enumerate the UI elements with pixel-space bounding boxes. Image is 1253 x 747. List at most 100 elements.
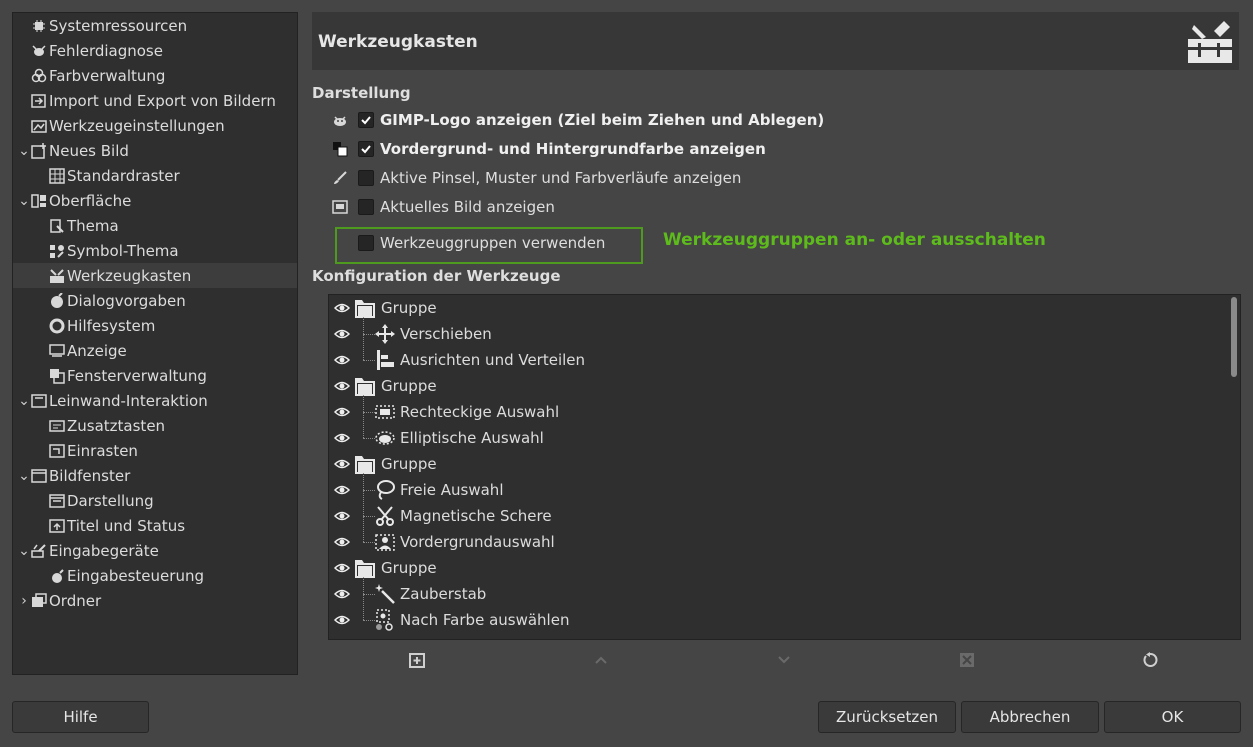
tool-row[interactable]: Nach Farbe auswählen — [329, 607, 1229, 633]
new-group-icon[interactable] — [408, 650, 428, 670]
eye-icon[interactable] — [332, 477, 352, 503]
sidebar-item-hilfesystem[interactable]: Hilfesystem — [13, 313, 297, 338]
tool-row[interactable]: Rechteckige Auswahl — [329, 399, 1229, 425]
eye-icon[interactable] — [332, 347, 352, 373]
sidebar-item-label: Werkzeugkasten — [67, 266, 192, 285]
eye-icon[interactable] — [332, 399, 352, 425]
import-export-icon — [31, 93, 47, 109]
reset-button[interactable]: Zurücksetzen — [818, 701, 956, 733]
sidebar-item-darstellung[interactable]: Darstellung — [13, 488, 297, 513]
expander-icon[interactable]: ⌄ — [17, 393, 31, 409]
help-button[interactable]: Hilfe — [12, 701, 149, 733]
sidebar-item-werkzeugkasten[interactable]: Werkzeugkasten — [13, 263, 297, 288]
option-checkbox[interactable] — [358, 141, 374, 157]
tool-group-row[interactable]: Gruppe — [329, 451, 1229, 477]
sidebar-item-neues-bild[interactable]: ⌄ Neues Bild — [13, 138, 297, 163]
toolbox-icon — [49, 268, 65, 284]
sidebar-item-dialogvorgaben[interactable]: Dialogvorgaben — [13, 288, 297, 313]
cancel-button[interactable]: Abbrechen — [961, 701, 1099, 733]
sidebar-item-eingabesteuerung[interactable]: Eingabesteuerung — [13, 563, 297, 588]
sidebar-item-bildfenster[interactable]: ⌄ Bildfenster — [13, 463, 297, 488]
sidebar-item-standardraster[interactable]: Standardraster — [13, 163, 297, 188]
sidebar-item-oberfläche[interactable]: ⌄ Oberfläche — [13, 188, 297, 213]
tree-connector — [363, 620, 375, 621]
eye-icon[interactable] — [332, 295, 352, 321]
tool-group-row[interactable]: Gruppe — [329, 295, 1229, 321]
page-header: Werkzeugkasten — [312, 12, 1239, 70]
sidebar-item-label: Darstellung — [67, 491, 154, 510]
icon-theme-icon — [49, 243, 65, 259]
chevron-up-icon[interactable] — [591, 650, 611, 670]
delete-icon[interactable] — [957, 650, 977, 670]
sidebar-item-zusatztasten[interactable]: Zusatztasten — [13, 413, 297, 438]
sidebar-item-thema[interactable]: Thema — [13, 213, 297, 238]
sidebar-item-leinwand-interaktion[interactable]: ⌄ Leinwand-Interaktion — [13, 388, 297, 413]
sidebar-item-import-und-export-von-bildern[interactable]: Import und Export von Bildern — [13, 88, 297, 113]
ok-button[interactable]: OK — [1104, 701, 1241, 733]
tool-row[interactable]: Freie Auswahl — [329, 477, 1229, 503]
option-row[interactable]: Aktive Pinsel, Muster und Farbverläufe a… — [330, 166, 741, 190]
tool-row[interactable]: Ausrichten und Verteilen — [329, 347, 1229, 373]
preferences-tree[interactable]: Systemressourcen Fehlerdiagnose Farbverwal… — [12, 12, 298, 675]
expander-icon[interactable]: ⌄ — [17, 543, 31, 559]
wilber-icon — [330, 111, 350, 129]
eye-icon[interactable] — [332, 425, 352, 451]
option-checkbox[interactable] — [358, 112, 374, 128]
chevron-down-icon[interactable] — [774, 650, 794, 670]
eye-icon[interactable] — [332, 373, 352, 399]
input-controllers-icon — [49, 568, 65, 584]
tool-row[interactable]: Zauberstab — [329, 581, 1229, 607]
option-label[interactable]: Vordergrund- und Hintergrundfarbe anzeig… — [380, 140, 766, 158]
option-label[interactable]: GIMP-Logo anzeigen (Ziel beim Ziehen und… — [380, 111, 824, 129]
eye-icon[interactable] — [332, 555, 352, 581]
sidebar-item-farbverwaltung[interactable]: Farbverwaltung — [13, 63, 297, 88]
sidebar-item-werkzeugeinstellungen[interactable]: Werkzeugeinstellungen — [13, 113, 297, 138]
eye-icon[interactable] — [332, 503, 352, 529]
sidebar-item-ordner[interactable]: › Ordner — [13, 588, 297, 613]
tool-name: Elliptische Auswahl — [400, 429, 544, 447]
sidebar-item-titel-und-status[interactable]: Titel und Status — [13, 513, 297, 538]
option-label[interactable]: Aktuelles Bild anzeigen — [380, 198, 555, 216]
sidebar-item-eingabegeräte[interactable]: ⌄ Eingabegeräte — [13, 538, 297, 563]
eye-icon[interactable] — [332, 607, 352, 633]
expander-icon[interactable]: ⌄ — [17, 193, 31, 209]
tool-row[interactable]: Elliptische Auswahl — [329, 425, 1229, 451]
option-checkbox[interactable] — [358, 199, 374, 215]
eye-icon[interactable] — [332, 581, 352, 607]
tool-group-row[interactable]: Gruppe — [329, 555, 1229, 581]
brush-icon — [330, 169, 350, 187]
eye-icon[interactable] — [332, 529, 352, 555]
tool-row[interactable]: Magnetische Schere — [329, 503, 1229, 529]
tool-group-row[interactable]: Gruppe — [329, 373, 1229, 399]
eye-icon[interactable] — [332, 451, 352, 477]
sidebar-item-symbol-thema[interactable]: Symbol-Thema — [13, 238, 297, 263]
tool-configuration-list[interactable]: Gruppe Verschieben Ausrichten und Verteile… — [328, 294, 1241, 640]
tool-name: Gruppe — [381, 299, 437, 317]
sidebar-item-label: Symbol-Thema — [67, 241, 179, 260]
sidebar-item-einrasten[interactable]: Einrasten — [13, 438, 297, 463]
expander-icon[interactable]: ⌄ — [17, 468, 31, 484]
expander-icon[interactable]: › — [17, 593, 31, 609]
option-row[interactable]: Vordergrund- und Hintergrundfarbe anzeig… — [330, 137, 766, 161]
sidebar-item-fehlerdiagnose[interactable]: Fehlerdiagnose — [13, 38, 297, 63]
tool-row[interactable]: Vordergrundauswahl — [329, 529, 1229, 555]
canvas-interaction-icon — [31, 393, 47, 409]
sidebar-item-label: Fehlerdiagnose — [49, 41, 163, 60]
align-icon — [374, 349, 396, 371]
expander-icon[interactable]: ⌄ — [17, 143, 31, 159]
option-checkbox[interactable] — [358, 170, 374, 186]
tree-connector — [363, 473, 364, 542]
eye-icon[interactable] — [332, 321, 352, 347]
lasso-icon — [374, 479, 396, 501]
sidebar-item-anzeige[interactable]: Anzeige — [13, 338, 297, 363]
tool-row[interactable]: Verschieben — [329, 321, 1229, 347]
option-row[interactable]: GIMP-Logo anzeigen (Ziel beim Ziehen und… — [330, 108, 824, 132]
reset-icon[interactable] — [1140, 650, 1160, 670]
sidebar-item-systemressourcen[interactable]: Systemressourcen — [13, 13, 297, 38]
image-preview-icon — [330, 198, 350, 216]
option-label[interactable]: Aktive Pinsel, Muster und Farbverläufe a… — [380, 169, 741, 187]
tree-connector — [363, 542, 375, 543]
sidebar-item-fensterverwaltung[interactable]: Fensterverwaltung — [13, 363, 297, 388]
option-row[interactable]: Aktuelles Bild anzeigen — [330, 195, 555, 219]
scrollbar[interactable] — [1231, 297, 1237, 377]
